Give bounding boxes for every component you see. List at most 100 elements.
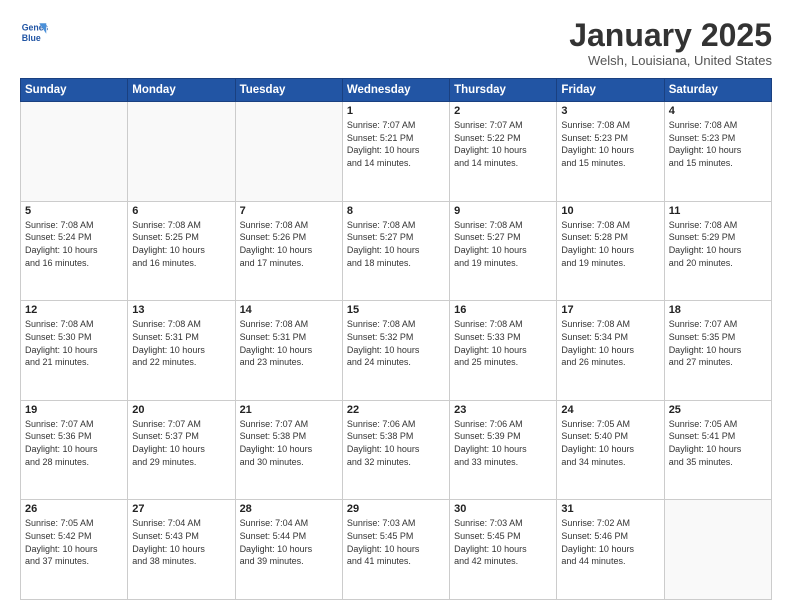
- calendar-cell: 10 Sunrise: 7:08 AM Sunset: 5:28 PM Dayli…: [557, 201, 664, 301]
- calendar-cell: 2Sunrise: 7:07 AM Sunset: 5:22 PM Daylig…: [450, 102, 557, 202]
- calendar-cell: 17 Sunrise: 7:08 AM Sunset: 5:34 PM Dayli…: [557, 301, 664, 401]
- day-number: 20: [132, 404, 230, 416]
- day-info: Sunrise: 7:06 AM Sunset: 5:39 PM Dayligh…: [454, 418, 552, 468]
- day-number: 18: [669, 304, 767, 316]
- weekday-header-tuesday: Tuesday: [235, 79, 342, 102]
- week-row-1: 1 Sunrise: 7:07 AM Sunset: 5:21 PM Daylig…: [21, 102, 772, 202]
- calendar-cell: [235, 102, 342, 202]
- day-number: 8: [347, 205, 445, 217]
- calendar-cell: 29Sunrise: 7:03 AM Sunset: 5:45 PM Dayli…: [342, 500, 449, 600]
- day-number: 15: [347, 304, 445, 316]
- day-info: Sunrise: 7:08 AM Sunset: 5:30 PM Dayligh…: [25, 318, 123, 368]
- calendar-cell: 8 Sunrise: 7:08 AM Sunset: 5:27 PM Daylig…: [342, 201, 449, 301]
- day-info: Sunrise: 7:08 AM Sunset: 5:29 PM Dayligh…: [669, 219, 767, 269]
- day-number: 13: [132, 304, 230, 316]
- calendar-table: SundayMondayTuesdayWednesdayThursdayFrid…: [20, 78, 772, 600]
- day-info: Sunrise: 7:08 AM Sunset: 5:31 PM Dayligh…: [132, 318, 230, 368]
- calendar-cell: 5Sunrise: 7:08 AM Sunset: 5:24 PM Daylig…: [21, 201, 128, 301]
- location: Welsh, Louisiana, United States: [569, 53, 772, 68]
- weekday-header-wednesday: Wednesday: [342, 79, 449, 102]
- calendar-cell: 1 Sunrise: 7:07 AM Sunset: 5:21 PM Daylig…: [342, 102, 449, 202]
- calendar-cell: 4 Sunrise: 7:08 AM Sunset: 5:23 PM Daylig…: [664, 102, 771, 202]
- day-number: 21: [240, 404, 338, 416]
- day-number: 31: [561, 503, 659, 515]
- day-number: 16: [454, 304, 552, 316]
- day-number: 23: [454, 404, 552, 416]
- calendar-cell: [664, 500, 771, 600]
- week-row-2: 5Sunrise: 7:08 AM Sunset: 5:24 PM Daylig…: [21, 201, 772, 301]
- day-number: 12: [25, 304, 123, 316]
- day-number: 1: [347, 105, 445, 117]
- calendar-cell: 7Sunrise: 7:08 AM Sunset: 5:26 PM Daylig…: [235, 201, 342, 301]
- day-info: Sunrise: 7:08 AM Sunset: 5:27 PM Dayligh…: [454, 219, 552, 269]
- calendar-cell: 23 Sunrise: 7:06 AM Sunset: 5:39 PM Dayli…: [450, 400, 557, 500]
- calendar-cell: 18 Sunrise: 7:07 AM Sunset: 5:35 PM Dayli…: [664, 301, 771, 401]
- calendar-cell: [128, 102, 235, 202]
- day-number: 17: [561, 304, 659, 316]
- calendar-cell: 13 Sunrise: 7:08 AM Sunset: 5:31 PM Dayli…: [128, 301, 235, 401]
- day-info: Sunrise: 7:04 AM Sunset: 5:44 PM Dayligh…: [240, 517, 338, 567]
- day-number: 10: [561, 205, 659, 217]
- week-row-4: 19Sunrise: 7:07 AM Sunset: 5:36 PM Dayli…: [21, 400, 772, 500]
- calendar-cell: 26Sunrise: 7:05 AM Sunset: 5:42 PM Dayli…: [21, 500, 128, 600]
- calendar-cell: [21, 102, 128, 202]
- calendar-cell: 31 Sunrise: 7:02 AM Sunset: 5:46 PM Dayli…: [557, 500, 664, 600]
- day-info: Sunrise: 7:03 AM Sunset: 5:45 PM Dayligh…: [454, 517, 552, 567]
- week-row-5: 26Sunrise: 7:05 AM Sunset: 5:42 PM Dayli…: [21, 500, 772, 600]
- day-number: 25: [669, 404, 767, 416]
- day-number: 30: [454, 503, 552, 515]
- day-info: Sunrise: 7:08 AM Sunset: 5:31 PM Dayligh…: [240, 318, 338, 368]
- day-number: 2: [454, 105, 552, 117]
- page: General Blue January 2025 Welsh, Louisia…: [0, 0, 792, 612]
- day-info: Sunrise: 7:04 AM Sunset: 5:43 PM Dayligh…: [132, 517, 230, 567]
- calendar-cell: 19Sunrise: 7:07 AM Sunset: 5:36 PM Dayli…: [21, 400, 128, 500]
- day-info: Sunrise: 7:08 AM Sunset: 5:26 PM Dayligh…: [240, 219, 338, 269]
- calendar-cell: 21 Sunrise: 7:07 AM Sunset: 5:38 PM Dayli…: [235, 400, 342, 500]
- day-info: Sunrise: 7:08 AM Sunset: 5:27 PM Dayligh…: [347, 219, 445, 269]
- calendar-cell: 16 Sunrise: 7:08 AM Sunset: 5:33 PM Dayli…: [450, 301, 557, 401]
- logo-icon: General Blue: [20, 18, 48, 46]
- day-number: 14: [240, 304, 338, 316]
- header: General Blue January 2025 Welsh, Louisia…: [20, 18, 772, 68]
- weekday-header-saturday: Saturday: [664, 79, 771, 102]
- day-number: 28: [240, 503, 338, 515]
- day-number: 4: [669, 105, 767, 117]
- week-row-3: 12 Sunrise: 7:08 AM Sunset: 5:30 PM Dayli…: [21, 301, 772, 401]
- calendar-cell: 25 Sunrise: 7:05 AM Sunset: 5:41 PM Dayli…: [664, 400, 771, 500]
- calendar-cell: 28 Sunrise: 7:04 AM Sunset: 5:44 PM Dayli…: [235, 500, 342, 600]
- day-info: Sunrise: 7:07 AM Sunset: 5:38 PM Dayligh…: [240, 418, 338, 468]
- day-info: Sunrise: 7:07 AM Sunset: 5:36 PM Dayligh…: [25, 418, 123, 468]
- day-info: Sunrise: 7:07 AM Sunset: 5:21 PM Dayligh…: [347, 119, 445, 169]
- calendar-cell: 3Sunrise: 7:08 AM Sunset: 5:23 PM Daylig…: [557, 102, 664, 202]
- day-info: Sunrise: 7:06 AM Sunset: 5:38 PM Dayligh…: [347, 418, 445, 468]
- calendar-cell: 6Sunrise: 7:08 AM Sunset: 5:25 PM Daylig…: [128, 201, 235, 301]
- day-number: 27: [132, 503, 230, 515]
- day-info: Sunrise: 7:08 AM Sunset: 5:32 PM Dayligh…: [347, 318, 445, 368]
- weekday-header-sunday: Sunday: [21, 79, 128, 102]
- day-info: Sunrise: 7:08 AM Sunset: 5:33 PM Dayligh…: [454, 318, 552, 368]
- calendar-cell: 27 Sunrise: 7:04 AM Sunset: 5:43 PM Dayli…: [128, 500, 235, 600]
- day-info: Sunrise: 7:08 AM Sunset: 5:28 PM Dayligh…: [561, 219, 659, 269]
- calendar-cell: 15 Sunrise: 7:08 AM Sunset: 5:32 PM Dayli…: [342, 301, 449, 401]
- calendar-cell: 30 Sunrise: 7:03 AM Sunset: 5:45 PM Dayli…: [450, 500, 557, 600]
- day-number: 9: [454, 205, 552, 217]
- day-info: Sunrise: 7:05 AM Sunset: 5:42 PM Dayligh…: [25, 517, 123, 567]
- day-info: Sunrise: 7:08 AM Sunset: 5:34 PM Dayligh…: [561, 318, 659, 368]
- weekday-header-thursday: Thursday: [450, 79, 557, 102]
- day-info: Sunrise: 7:05 AM Sunset: 5:41 PM Dayligh…: [669, 418, 767, 468]
- weekday-header-row: SundayMondayTuesdayWednesdayThursdayFrid…: [21, 79, 772, 102]
- day-info: Sunrise: 7:07 AM Sunset: 5:35 PM Dayligh…: [669, 318, 767, 368]
- calendar-cell: 14 Sunrise: 7:08 AM Sunset: 5:31 PM Dayli…: [235, 301, 342, 401]
- day-number: 11: [669, 205, 767, 217]
- title-block: January 2025 Welsh, Louisiana, United St…: [569, 18, 772, 68]
- day-number: 24: [561, 404, 659, 416]
- calendar-cell: 24 Sunrise: 7:05 AM Sunset: 5:40 PM Dayli…: [557, 400, 664, 500]
- day-info: Sunrise: 7:08 AM Sunset: 5:23 PM Dayligh…: [669, 119, 767, 169]
- svg-text:Blue: Blue: [22, 33, 41, 43]
- day-info: Sunrise: 7:08 AM Sunset: 5:24 PM Dayligh…: [25, 219, 123, 269]
- day-info: Sunrise: 7:02 AM Sunset: 5:46 PM Dayligh…: [561, 517, 659, 567]
- day-info: Sunrise: 7:05 AM Sunset: 5:40 PM Dayligh…: [561, 418, 659, 468]
- calendar-cell: 11 Sunrise: 7:08 AM Sunset: 5:29 PM Dayli…: [664, 201, 771, 301]
- month-title: January 2025: [569, 18, 772, 53]
- day-info: Sunrise: 7:03 AM Sunset: 5:45 PM Dayligh…: [347, 517, 445, 567]
